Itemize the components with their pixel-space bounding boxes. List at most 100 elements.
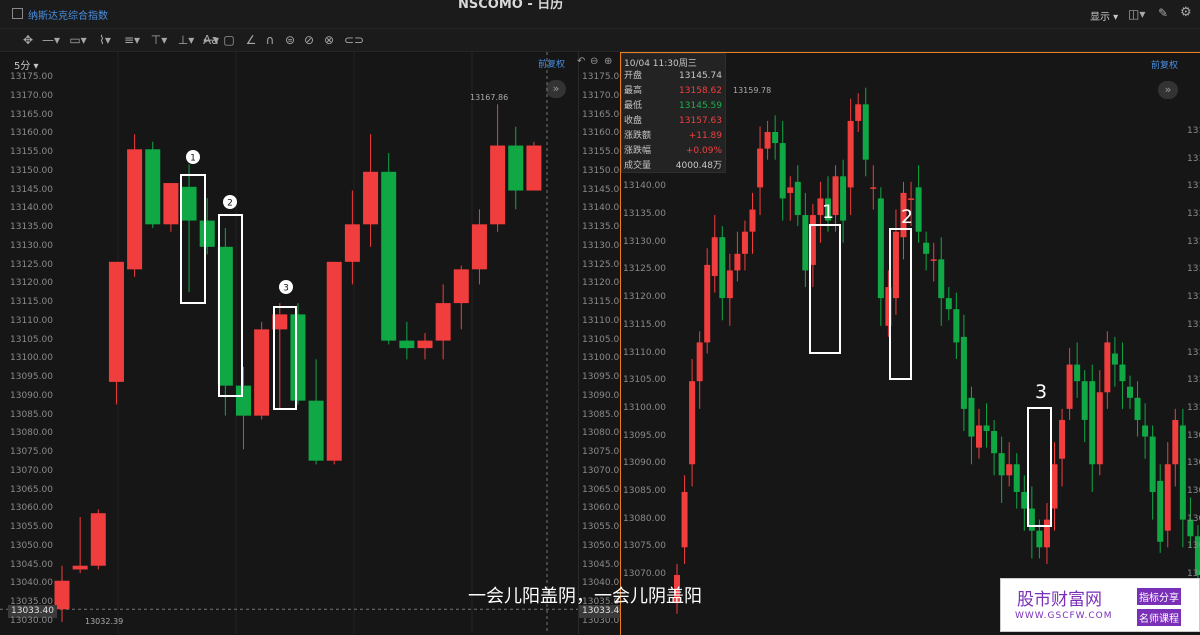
- info-row: 成交量 4000.48万: [622, 159, 725, 174]
- candle-body: [757, 148, 764, 188]
- right-y-tick-label: 13130.00: [623, 236, 666, 247]
- line-tool-icon[interactable]: —▾: [40, 31, 62, 49]
- link-icon[interactable]: ⊂⊃: [344, 31, 364, 49]
- y-tick-label-left: 13130.00: [10, 240, 53, 251]
- wave-tool-icon[interactable]: ⌇▾: [94, 31, 116, 49]
- y-tick-label: 13165.00: [582, 109, 625, 120]
- candle-body: [526, 145, 542, 191]
- y-tick-label: 13135.00: [582, 222, 625, 233]
- candle-body: [1134, 397, 1141, 420]
- y-tick-label-left: 13090.00: [10, 390, 53, 401]
- candle-body: [862, 104, 869, 160]
- gear-icon[interactable]: ⚙: [1180, 5, 1192, 20]
- candle-body: [877, 198, 884, 299]
- candle-body: [719, 237, 726, 299]
- candle-body: [983, 425, 990, 432]
- right-y-tick-right: 13145.00: [1187, 153, 1200, 164]
- info-row: 收盘 13157.63: [622, 114, 725, 129]
- candle-body: [1142, 425, 1149, 437]
- zoom-in-icon[interactable]: ⊕: [604, 56, 612, 67]
- layout-icon[interactable]: ◫▾: [1128, 7, 1145, 21]
- left-chart-panel[interactable]: 5分 ▾ 前复权 » 123 13167.86 13032.39 13033.4…: [0, 52, 578, 634]
- display-menu[interactable]: 显示 ▾: [1090, 8, 1118, 23]
- fib-tool-icon[interactable]: ≡▾: [121, 31, 143, 49]
- delete-icon[interactable]: ⊗: [322, 31, 336, 49]
- candle-body: [417, 340, 433, 349]
- candle-body: [772, 132, 779, 144]
- center-title: NSCOMO - 日历: [458, 0, 564, 12]
- candle-body: [968, 397, 975, 437]
- info-key: 收盘: [624, 116, 643, 126]
- candle-body: [1059, 419, 1066, 459]
- candle-body: [381, 171, 397, 341]
- candle-body: [726, 270, 733, 299]
- watermark-url: WWW.GSCFW.COM: [1015, 611, 1113, 621]
- candle-body: [802, 215, 809, 271]
- undo-icon[interactable]: ↶: [577, 56, 585, 67]
- right-y-tick-label: 13080.00: [623, 513, 666, 524]
- info-row: 开盘 13145.74: [622, 69, 725, 84]
- watermark-logo: 股市财富网 WWW.GSCFW.COM 指标分享 名师课程: [1000, 578, 1200, 632]
- trend-tool-icon[interactable]: ⊥▾: [175, 31, 197, 49]
- text-tool-icon[interactable]: Aa: [203, 31, 219, 49]
- right-y-tick-right: 13100.00: [1187, 402, 1200, 413]
- magnet-icon[interactable]: ∩: [263, 31, 277, 49]
- right-y-tick-right: 13150.00: [1187, 126, 1200, 136]
- lock-icon[interactable]: ⊜: [283, 31, 297, 49]
- right-y-tick-label: 13075.00: [623, 541, 666, 552]
- y-tick-label: 13115.00: [582, 297, 625, 308]
- y-tick-label: 13045.00: [582, 559, 625, 570]
- y-tick-label: 13105.00: [582, 334, 625, 345]
- y-tick-label: 13080.00: [582, 428, 625, 439]
- candle-body: [1149, 436, 1156, 492]
- right-y-tick-right: 13095.00: [1187, 430, 1200, 441]
- info-key: 最高: [624, 86, 643, 96]
- right-y-tick-right: 13120.00: [1187, 292, 1200, 303]
- y-tick-label: 13075.00: [582, 447, 625, 458]
- candle-body: [953, 309, 960, 343]
- y-tick-label-left: 13045.00: [10, 559, 53, 570]
- right-y-tick-label: 13105.00: [623, 375, 666, 386]
- info-value: 13157.63: [679, 116, 722, 126]
- instrument-title[interactable]: 纳斯达克综合指数: [28, 7, 108, 22]
- y-tick-label: 13125.00: [582, 259, 625, 270]
- right-y-tick-right: 13090.00: [1187, 458, 1200, 469]
- candle-body: [344, 224, 360, 262]
- y-tick-label-left: 13125.00: [10, 259, 53, 270]
- window-icon: [12, 8, 23, 19]
- y-tick-label-left: 13110.00: [10, 315, 53, 326]
- y-tick-label: 13055.00: [582, 522, 625, 533]
- candle-body: [1096, 392, 1103, 465]
- comment-tool-icon[interactable]: ▢: [222, 31, 236, 49]
- candle-body: [847, 120, 854, 188]
- right-y-tick-label: 13140.00: [623, 181, 666, 192]
- candle-body: [840, 176, 847, 221]
- pencil-icon[interactable]: ✎: [1158, 6, 1168, 20]
- zoom-out-icon[interactable]: ⊖: [590, 56, 598, 67]
- candle-body: [779, 143, 786, 199]
- info-value: 4000.48万: [675, 161, 722, 171]
- y-tick-label: 13110.00: [582, 315, 625, 326]
- info-key: 开盘: [624, 71, 643, 81]
- measure-tool-icon[interactable]: ⊤▾: [148, 31, 170, 49]
- right-y-tick-label: 13090.00: [623, 458, 666, 469]
- candle-body: [794, 181, 801, 216]
- candle-body: [1111, 353, 1118, 365]
- y-tick-label-left: 13150.00: [10, 165, 53, 176]
- move-icon[interactable]: ✥: [20, 31, 36, 49]
- right-y-tick-label: 13110.00: [623, 347, 666, 358]
- info-value: +11.89: [688, 131, 722, 141]
- candle-body: [1013, 464, 1020, 492]
- right-y-tick-label: 13070.00: [623, 569, 666, 579]
- y-tick-label: 13160.00: [582, 128, 625, 139]
- candle-body: [163, 183, 179, 225]
- y-tick-label: 13155.00: [582, 147, 625, 158]
- brush-tool-icon[interactable]: ∠: [244, 31, 258, 49]
- candle-body: [704, 264, 711, 343]
- candle-body: [1179, 425, 1186, 520]
- hide-icon[interactable]: ⊘: [302, 31, 316, 49]
- left-price-axis[interactable]: ↶ ⊖ ⊕ 13175.00 13170.00 13165.00 13160.00 13…: [577, 52, 628, 634]
- candle-body: [217, 246, 233, 386]
- candle-body: [90, 513, 106, 566]
- rect-tool-icon[interactable]: ▭▾: [67, 31, 89, 49]
